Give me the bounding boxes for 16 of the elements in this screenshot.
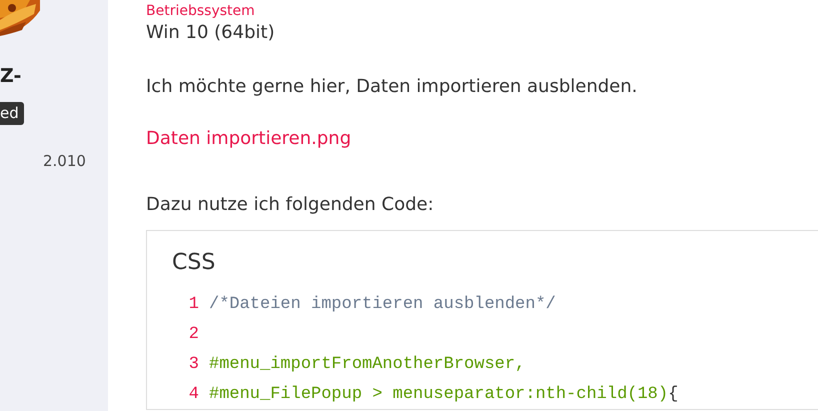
line-number: 4 — [188, 384, 199, 404]
post-text: Ich möchte gerne hier, Daten importieren ausblenden. — [146, 75, 638, 99]
code-line: #menu_FilePopup > menuseparator:nth-child(18){ — [209, 384, 678, 404]
code-line: #menu_importFromAnotherBrowser, — [209, 354, 526, 374]
code-line: /*Dateien importieren ausblenden*/ — [209, 294, 556, 314]
line-number: 1 — [188, 294, 199, 314]
post-count: 2.010 — [43, 152, 86, 170]
code-title: CSS — [172, 249, 216, 277]
field-value: Win 10 (64bit) — [146, 21, 275, 45]
line-number: 3 — [188, 354, 199, 374]
username[interactable]: Z- — [0, 64, 22, 88]
attachment-link[interactable]: Daten importieren.png — [146, 126, 352, 152]
post-text: Dazu nutze ich folgenden Code: — [146, 193, 434, 217]
user-badge: ed — [0, 102, 24, 125]
line-number: 2 — [188, 324, 199, 344]
field-label: Betriebssystem — [146, 2, 255, 20]
